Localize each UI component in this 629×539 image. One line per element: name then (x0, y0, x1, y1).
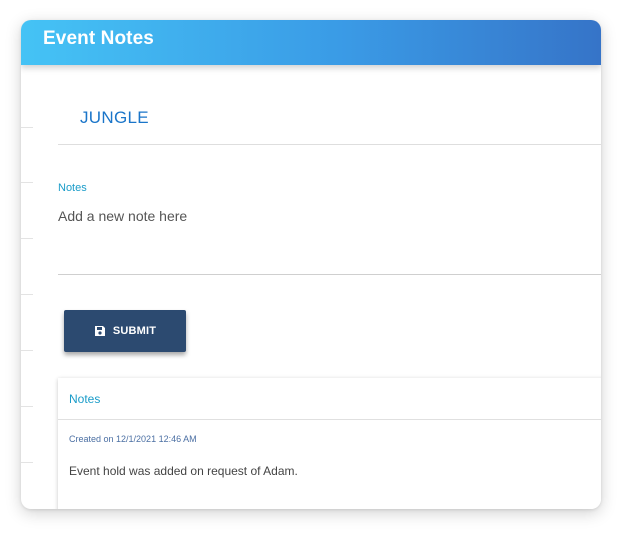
card-header: Event Notes (21, 20, 601, 65)
submit-button[interactable]: SUBMIT (64, 310, 186, 352)
submit-button-label: SUBMIT (112, 325, 157, 337)
save-icon (94, 325, 106, 337)
notes-field-label: Notes (58, 182, 87, 194)
panel-divider (58, 419, 601, 420)
rail-divider (21, 294, 33, 295)
note-timestamp: Created on 12/1/2021 12:46 AM (69, 434, 197, 444)
rail-divider (21, 462, 33, 463)
event-name: JUNGLE (80, 108, 149, 127)
left-rail (21, 65, 33, 509)
notes-input[interactable] (58, 208, 598, 268)
card-title: Event Notes (43, 28, 154, 49)
event-notes-card: Event Notes JUNGLE Notes SUBMIT Notes Cr… (21, 20, 601, 509)
section-divider (58, 144, 601, 145)
rail-divider (21, 406, 33, 407)
notes-panel: Notes Created on 12/1/2021 12:46 AM Even… (58, 378, 601, 509)
rail-divider (21, 238, 33, 239)
notes-panel-title: Notes (69, 392, 101, 406)
notes-input-underline (58, 274, 601, 275)
rail-divider (21, 350, 33, 351)
rail-divider (21, 127, 33, 128)
note-text: Event hold was added on request of Adam. (69, 464, 298, 478)
rail-divider (21, 182, 33, 183)
